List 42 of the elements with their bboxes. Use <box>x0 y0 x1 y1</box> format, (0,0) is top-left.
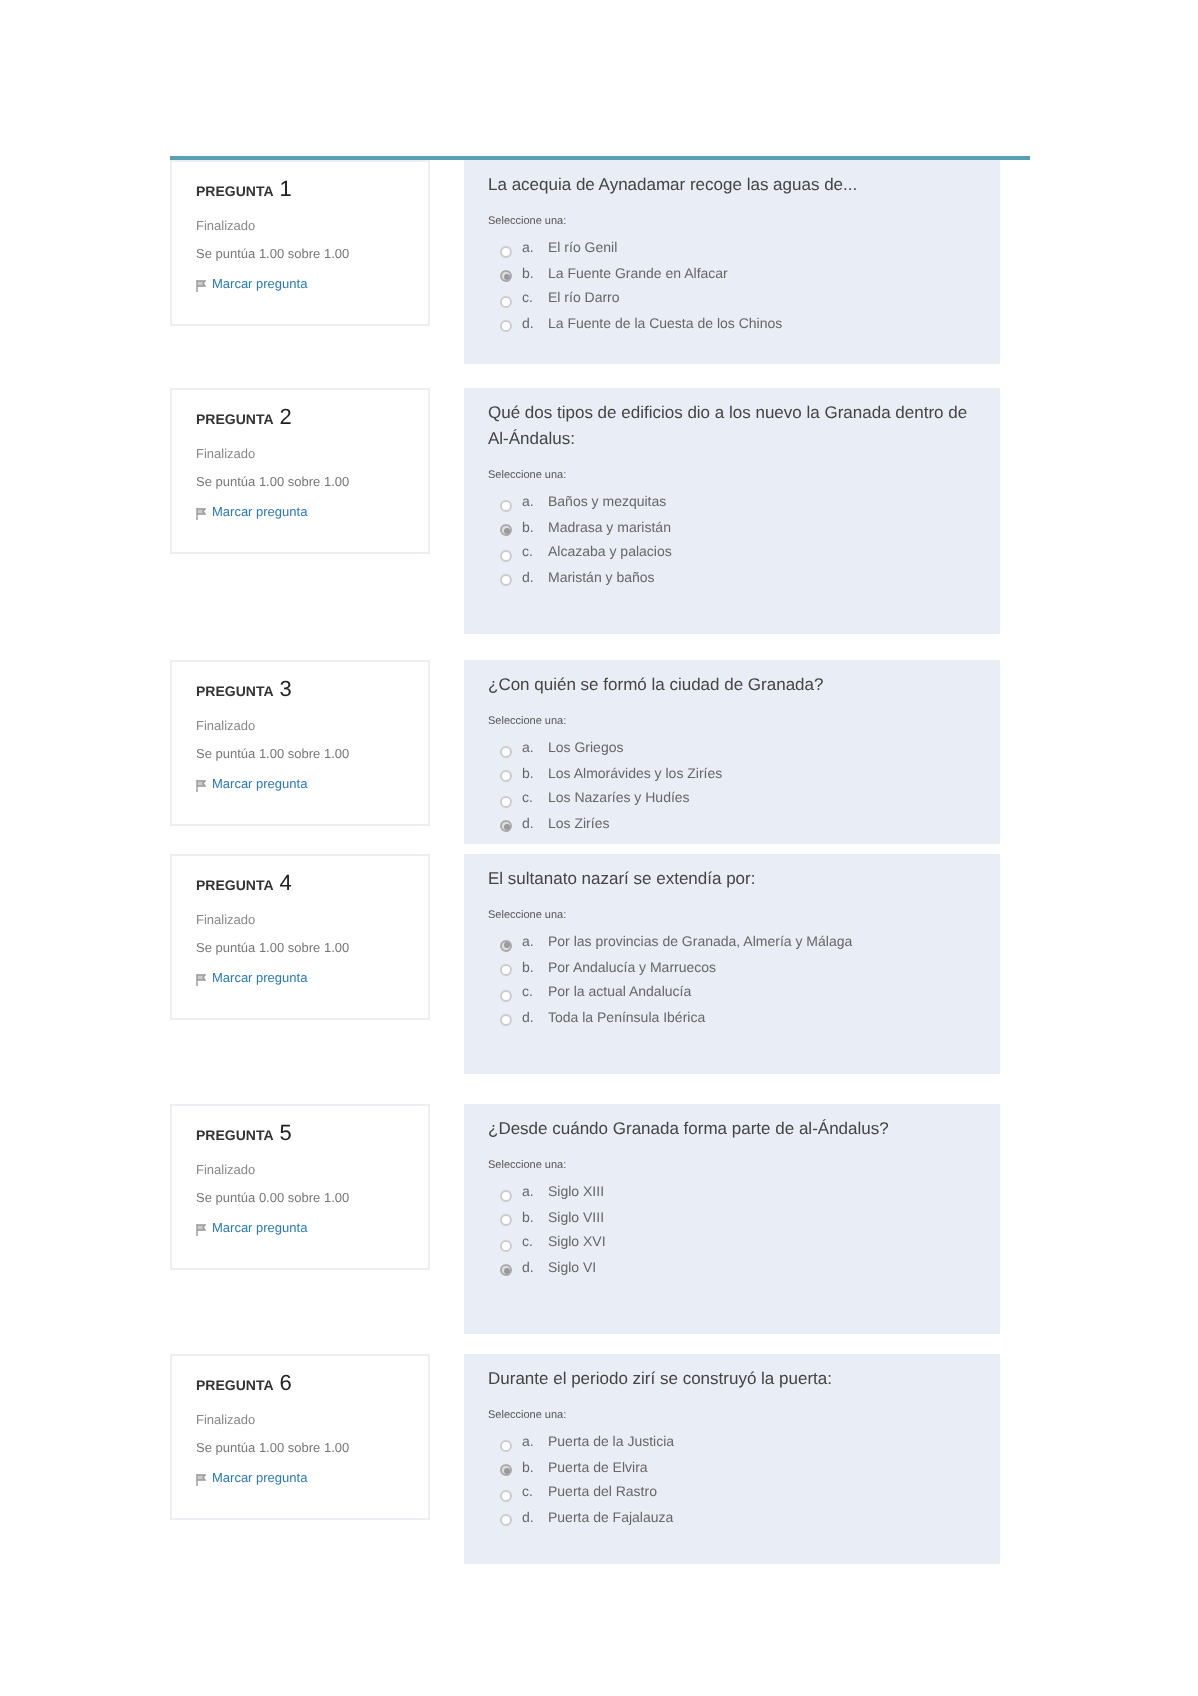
radio-button[interactable] <box>500 1214 512 1226</box>
flag-icon <box>196 779 206 792</box>
question-prompt: Durante el periodo zirí se construyó la puerta: <box>488 1366 834 1392</box>
question-number: 2 <box>279 404 292 434</box>
radio-button[interactable] <box>500 795 512 807</box>
question-number: 4 <box>279 870 292 900</box>
question-number: 5 <box>279 1120 292 1150</box>
flag-icon <box>196 1223 206 1236</box>
radio-button[interactable] <box>500 549 512 561</box>
radio-button[interactable] <box>500 939 512 951</box>
radio-button[interactable] <box>500 295 512 307</box>
radio-button[interactable] <box>500 1464 512 1476</box>
question-number: 6 <box>279 1370 292 1400</box>
radio-button[interactable] <box>500 989 512 1001</box>
radio-button[interactable] <box>500 245 512 257</box>
radio-button[interactable] <box>500 1514 512 1526</box>
radio-button[interactable] <box>500 574 512 586</box>
radio-button[interactable] <box>500 320 512 332</box>
question-number: 3 <box>279 676 292 706</box>
radio-button[interactable] <box>500 1014 512 1026</box>
radio-button[interactable] <box>500 1489 512 1501</box>
radio-button[interactable] <box>500 1439 512 1451</box>
radio-button[interactable] <box>500 1239 512 1251</box>
question-prompt: ¿Con quién se formó la ciudad de Granada? <box>488 672 826 698</box>
question-prompt: ¿Desde cuándo Granada forma parte de al-Ándalus? <box>488 1116 891 1142</box>
flag-icon <box>196 973 206 986</box>
question-prompt: El sultanato nazarí se extendía por: <box>488 866 758 892</box>
radio-button[interactable] <box>500 820 512 832</box>
flag-icon <box>196 1473 206 1486</box>
flag-icon <box>196 279 206 292</box>
radio-button[interactable] <box>500 745 512 757</box>
flag-icon <box>196 507 206 520</box>
radio-button[interactable] <box>500 1189 512 1201</box>
question-number: 1 <box>279 176 292 206</box>
radio-button[interactable] <box>500 270 512 282</box>
radio-button[interactable] <box>500 770 512 782</box>
radio-button[interactable] <box>500 1264 512 1276</box>
radio-button[interactable] <box>500 964 512 976</box>
radio-button[interactable] <box>500 524 512 536</box>
radio-button[interactable] <box>500 499 512 511</box>
question-prompt: Qué dos tipos de edificios dio a los nuevo la Granada dentro de Al-Ándalus: <box>488 400 970 452</box>
question-prompt: La acequia de Aynadamar recoge las aguas de... <box>488 172 860 198</box>
